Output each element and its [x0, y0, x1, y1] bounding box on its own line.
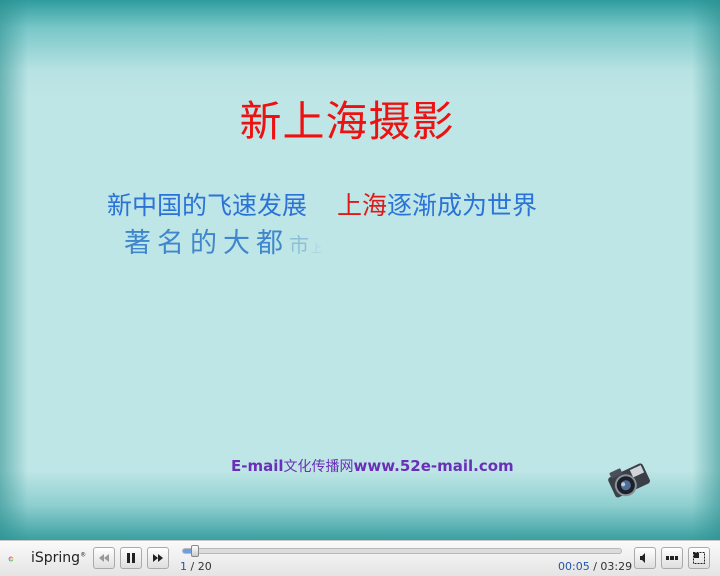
- slide-text-line-1: 新中国的飞速发展 上海逐渐成为世界: [107, 186, 537, 222]
- rewind-icon: [99, 554, 109, 562]
- ispring-logo-text: iSpring®: [31, 550, 87, 566]
- fast-forward-icon: [153, 554, 163, 562]
- progress-bar[interactable]: [182, 548, 622, 554]
- email-footer: E-mail文化传播网www.52e-mail.com: [231, 456, 514, 476]
- player-control-bar: iSpring® 1 / 20 00:05 / 03:29: [0, 540, 720, 576]
- line1-text-b: 逐渐成为世界: [387, 191, 538, 220]
- camera-icon: [608, 463, 650, 498]
- next-button[interactable]: [147, 547, 169, 569]
- slide-canvas: 新上海摄影 新中国的飞速发展 上海逐渐成为世界 著名的大都市上 E-mail文化传…: [0, 0, 720, 540]
- line1-text-red: 上海: [337, 191, 388, 220]
- slide-title: 新上海摄影: [239, 97, 455, 146]
- pause-icon: [127, 553, 135, 563]
- slide-counter: 1 / 20: [180, 560, 212, 573]
- line2-text-main: 著名的大都: [124, 228, 289, 259]
- slide-text-line-2: 著名的大都市上: [124, 221, 322, 260]
- speaker-icon: [640, 553, 645, 563]
- line2-text-fade-1: 市: [289, 233, 311, 257]
- fullscreen-icon: [693, 552, 705, 564]
- line2-text-fade-2: 上: [311, 242, 322, 255]
- email-cn-text: 文化传播网: [283, 459, 354, 475]
- layout-icon: [666, 556, 678, 560]
- progress-thumb[interactable]: [191, 545, 199, 557]
- ispring-logo: [8, 556, 14, 562]
- pause-button[interactable]: [120, 547, 142, 569]
- layout-button[interactable]: [661, 547, 683, 569]
- email-url: www.52e-mail.com: [353, 457, 514, 475]
- previous-button[interactable]: [93, 547, 115, 569]
- time-display: 00:05 / 03:29: [558, 560, 633, 573]
- email-prefix: E-mail: [231, 457, 284, 475]
- fullscreen-button[interactable]: [688, 547, 710, 569]
- line1-text-a: 新中国的飞速发展: [107, 191, 308, 220]
- volume-button[interactable]: [634, 547, 656, 569]
